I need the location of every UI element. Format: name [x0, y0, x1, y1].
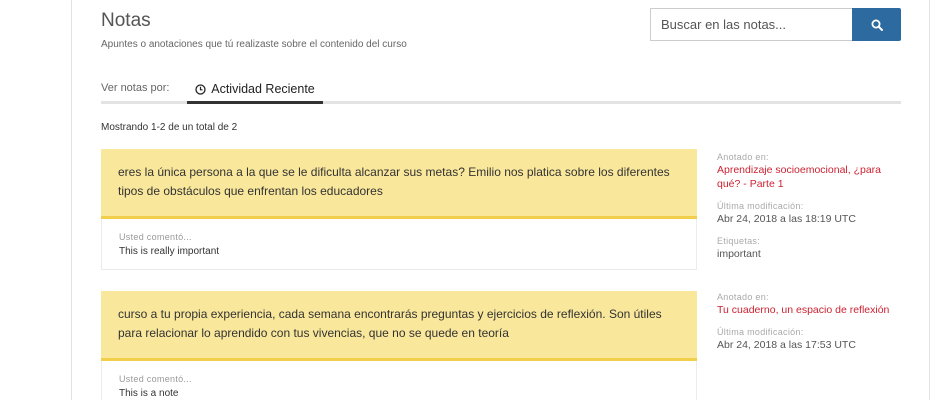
- annotated-unit-link[interactable]: Aprendizaje socioemocional, ¿para qué? -…: [717, 163, 897, 191]
- note-highlighted-text: eres la única persona a la que se le dif…: [101, 149, 697, 219]
- comment-text: This is really important: [119, 246, 220, 257]
- results-count: Mostrando 1-2 de un total de 2: [101, 122, 238, 133]
- annotated-label: Anotado en:: [717, 152, 769, 162]
- tags-label: Etiquetas:: [717, 236, 761, 246]
- tags-value: important: [717, 248, 761, 260]
- search-input[interactable]: [650, 8, 852, 41]
- comment-text: This is a note: [119, 388, 179, 399]
- note-comment-section: Usted comentó... This is a note: [101, 361, 697, 400]
- note-card: eres la única persona a la que se le dif…: [101, 149, 697, 270]
- tab-recent-activity[interactable]: Actividad Reciente: [187, 80, 323, 104]
- content-border-right: [929, 0, 930, 400]
- note-comment-section: Usted comentó... This is really importan…: [101, 219, 697, 270]
- note-metadata: Anotado en: Tu cuaderno, un espacio de r…: [717, 291, 897, 352]
- modified-label: Última modificación:: [717, 201, 804, 211]
- comment-label: Usted comentó...: [119, 374, 192, 384]
- note-highlighted-text: curso a tu propia experiencia, cada sema…: [101, 291, 697, 361]
- search-icon: [871, 19, 883, 31]
- search-button[interactable]: [852, 8, 901, 41]
- modified-date: Abr 24, 2018 a las 17:53 UTC: [717, 339, 856, 351]
- comment-label: Usted comentó...: [119, 232, 192, 242]
- clock-icon: [195, 84, 206, 95]
- page-subtitle: Apuntes o anotaciones que tú realizaste …: [101, 39, 407, 50]
- modified-date: Abr 24, 2018 a las 18:19 UTC: [717, 213, 856, 225]
- note-metadata: Anotado en: Aprendizaje socioemocional, …: [717, 151, 897, 261]
- page-title: Notas: [101, 10, 151, 31]
- annotated-unit-link[interactable]: Tu cuaderno, un espacio de reflexión: [717, 303, 897, 317]
- content-border-left: [71, 0, 72, 400]
- tabs-label: Ver notas por:: [101, 82, 170, 94]
- annotated-label: Anotado en:: [717, 292, 769, 302]
- note-card: curso a tu propia experiencia, cada sema…: [101, 291, 697, 400]
- notes-view-tabs: Ver notas por: Actividad Reciente: [101, 80, 901, 104]
- modified-label: Última modificación:: [717, 327, 804, 337]
- tab-label: Actividad Reciente: [211, 82, 315, 96]
